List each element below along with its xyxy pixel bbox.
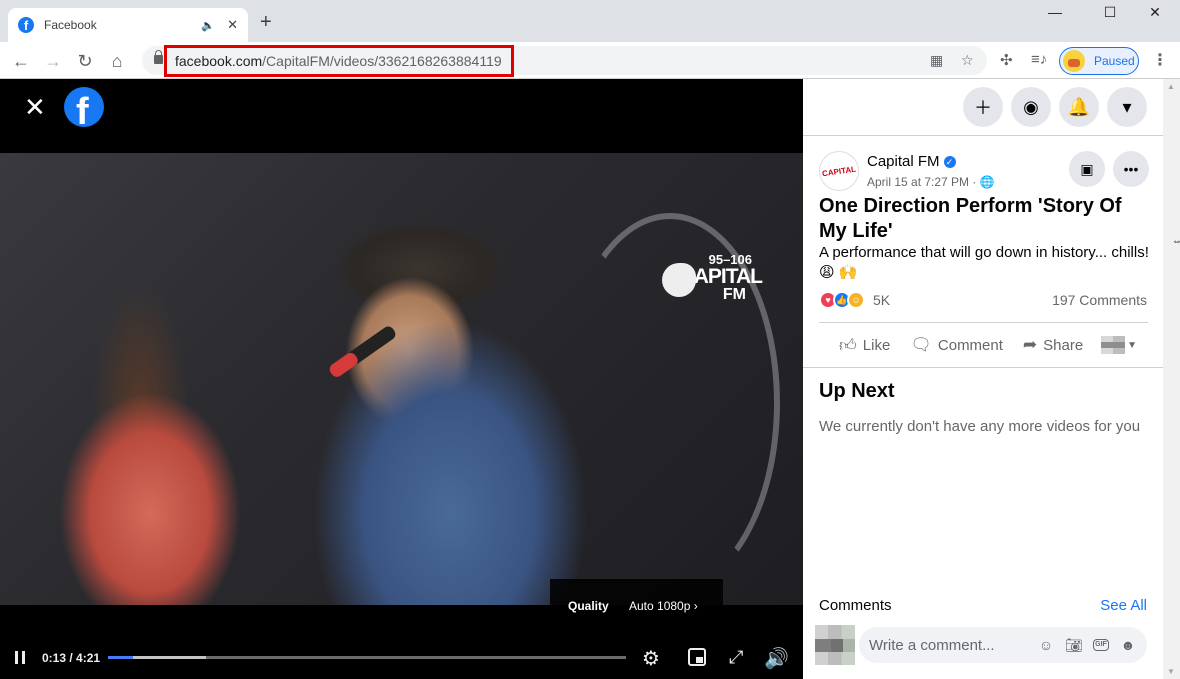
bookmark-star-icon[interactable]: ☆	[961, 52, 974, 69]
video-viewer: ✕ f 95–106 CAPITAL FM Quality Auto 1080p…	[0, 79, 803, 679]
post-sidebar: ＋ ◉ 🔔 ▾ CAPITAL Capital FM ✓ April 15 at …	[803, 79, 1163, 679]
quality-menu[interactable]: Quality Auto 1080p ›	[550, 579, 723, 631]
post-header: CAPITAL Capital FM ✓ April 15 at 7:27 PM …	[819, 151, 1149, 191]
url-host: facebook.com	[175, 53, 263, 69]
chevron-down-icon: ▼	[1127, 339, 1137, 351]
settings-gear-icon[interactable]: ⚙	[642, 646, 660, 671]
fullscreen-icon[interactable]: ⤢	[729, 647, 743, 668]
up-next-empty-message: We currently don't have any more videos …	[819, 418, 1141, 435]
pause-icon[interactable]	[15, 651, 26, 664]
share-button[interactable]: ➦ Share	[1023, 335, 1083, 355]
emoji-icon[interactable]: ☺	[1037, 636, 1055, 654]
divider	[819, 322, 1148, 323]
capital-fm-watermark: 95–106 CAPITAL FM	[662, 253, 763, 303]
profile-status: Paused	[1094, 54, 1135, 68]
url-text[interactable]: facebook.com/CapitalFM/videos/3362168263…	[175, 53, 502, 69]
comments-heading: Comments	[819, 597, 892, 614]
reaction-count: 5K	[873, 292, 891, 308]
url-path: /CapitalFM/videos/3362168263884119	[262, 53, 502, 69]
post-timestamp[interactable]: April 15 at 7:27 PM · 🌐	[867, 175, 995, 189]
post-actions: 👍︎ Like 🗨︎ Comment ➦ Share ▼	[819, 332, 1149, 358]
scrollbar[interactable]: ▲ ▼	[1163, 79, 1180, 679]
video-controls: 0:13 / 4:21 ⚙ ⤢ 🔊	[0, 639, 803, 679]
page-name[interactable]: Capital FM ✓	[867, 153, 956, 170]
picture-in-picture-icon[interactable]	[688, 648, 706, 666]
qr-code-icon[interactable]: ▦	[930, 52, 943, 69]
volume-icon[interactable]: 🔊	[764, 646, 789, 671]
microphone-image	[332, 324, 398, 376]
media-queue-icon[interactable]: ≡♪	[1031, 51, 1047, 68]
share-arrow-icon: ➦	[1022, 335, 1038, 354]
tab-audio-icon[interactable]: 🔈	[201, 19, 215, 32]
reload-icon[interactable]: ↻	[72, 48, 98, 74]
tab-title: Facebook	[44, 18, 97, 32]
minimize-button[interactable]: —	[1040, 4, 1070, 24]
home-icon[interactable]: ⌂	[104, 48, 130, 74]
lock-icon	[154, 50, 163, 64]
care-reaction-icon: ☺	[847, 291, 865, 309]
more-options-icon[interactable]: •••	[1113, 151, 1149, 187]
back-arrow-icon[interactable]: ←	[8, 48, 34, 74]
like-button[interactable]: 👍︎ Like	[839, 335, 890, 356]
create-plus-icon[interactable]: ＋	[963, 87, 1003, 127]
comment-bubble-icon: 🗨︎	[910, 335, 932, 354]
post-title: One Direction Perform 'Story Of My Life'	[819, 195, 1122, 242]
user-avatar[interactable]	[815, 625, 855, 665]
window-close-button[interactable]: ✕	[1140, 4, 1170, 24]
extensions-puzzle-icon[interactable]: ✣	[1000, 51, 1013, 69]
comment-input[interactable]	[869, 627, 1029, 663]
reactions-summary[interactable]: ♥ 👍 ☺ 5K	[819, 291, 890, 309]
close-viewer-icon[interactable]: ✕	[24, 94, 46, 120]
facebook-favicon-icon: f	[18, 17, 34, 33]
forward-arrow-icon[interactable]: →	[40, 48, 66, 74]
facebook-top-buttons: ＋ ◉ 🔔 ▾	[963, 87, 1147, 127]
account-menu-caret-icon[interactable]: ▾	[1107, 87, 1147, 127]
address-bar[interactable]: facebook.com/CapitalFM/videos/3362168263…	[142, 45, 987, 77]
quality-value[interactable]: Auto 1080p ›	[629, 599, 698, 613]
mouse-cursor-icon: ⇔	[1172, 236, 1180, 247]
comment-count[interactable]: 197 Comments	[1052, 292, 1147, 308]
divider	[803, 135, 1163, 136]
comment-composer: ☺ 📷︎ GIF ☻	[859, 627, 1147, 663]
scroll-up-arrow-icon[interactable]: ▲	[1167, 82, 1175, 91]
progress-bar[interactable]	[108, 656, 626, 659]
video-frame[interactable]: 95–106 CAPITAL FM	[0, 153, 803, 605]
page-avatar[interactable]: CAPITAL	[819, 151, 859, 191]
save-video-icon[interactable]: ▣	[1069, 151, 1105, 187]
tab-strip: f Facebook 🔈 ✕ + — ☐ ✕	[0, 0, 1180, 42]
profile-button[interactable]: Paused	[1059, 47, 1139, 75]
browser-toolbar: ← → ↻ ⌂ facebook.com/CapitalFM/videos/33…	[0, 42, 1180, 79]
new-tab-button[interactable]: +	[260, 12, 272, 32]
see-all-comments-link[interactable]: See All	[1100, 597, 1147, 614]
played-bar	[108, 656, 133, 659]
browser-menu-icon[interactable]: ⋮	[1152, 50, 1168, 70]
post-as-selector[interactable]: ▼	[1101, 336, 1137, 354]
sticker-icon[interactable]: ☻	[1119, 636, 1137, 654]
notifications-bell-icon[interactable]: 🔔	[1059, 87, 1099, 127]
up-next-heading: Up Next	[819, 380, 895, 402]
maximize-button[interactable]: ☐	[1095, 4, 1125, 24]
post-description: A performance that will go down in histo…	[819, 244, 1149, 281]
thumbs-up-icon: 👍︎	[839, 335, 857, 355]
verified-badge-icon: ✓	[943, 156, 956, 168]
comment-button[interactable]: 🗨︎ Comment	[910, 335, 1003, 355]
camera-icon[interactable]: 📷︎	[1065, 636, 1083, 654]
gif-icon[interactable]: GIF	[1093, 639, 1109, 651]
browser-tab[interactable]: f Facebook 🔈 ✕	[8, 8, 248, 42]
quality-label: Quality	[568, 599, 609, 613]
messenger-icon[interactable]: ◉	[1011, 87, 1051, 127]
scroll-down-arrow-icon[interactable]: ▼	[1167, 667, 1175, 676]
time-display: 0:13 / 4:21	[42, 651, 101, 665]
facebook-logo[interactable]: f	[64, 87, 104, 127]
identity-avatar	[1101, 336, 1126, 354]
divider	[803, 367, 1163, 368]
tab-close-icon[interactable]: ✕	[227, 17, 238, 33]
profile-avatar	[1063, 50, 1085, 72]
